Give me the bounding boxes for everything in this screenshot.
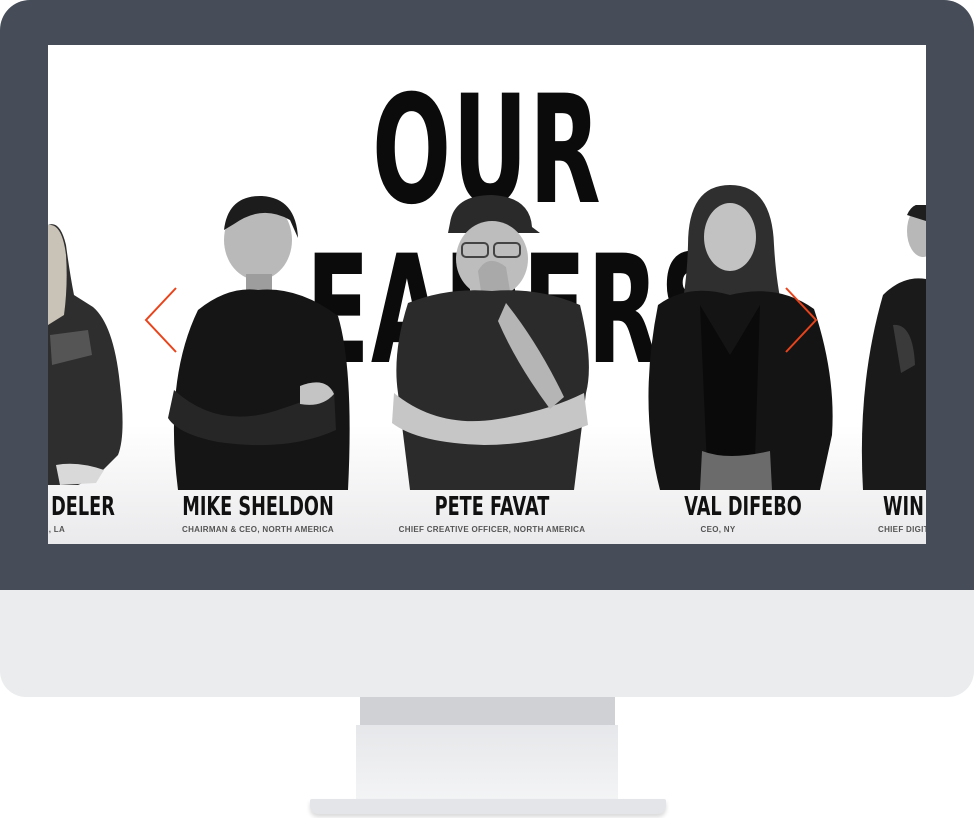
leader-card[interactable]: WIN CHIEF DIGITA	[853, 45, 926, 544]
screen: OUR LEADERS DELER CER, LA MIKE SHELDON C…	[48, 45, 926, 544]
leader-card[interactable]: DELER CER, LA	[48, 45, 138, 544]
monitor-chin	[0, 590, 974, 697]
leader-photo	[861, 205, 926, 490]
leader-name: WIN	[883, 492, 924, 522]
leader-photo	[392, 195, 589, 490]
leader-role: CHAIRMAN & CEO, NORTH AMERICA	[182, 525, 334, 534]
leader-role: CHIEF CREATIVE OFFICER, NORTH AMERICA	[398, 525, 586, 534]
monitor-foot	[310, 799, 666, 814]
leader-role: CEO, NY	[700, 525, 736, 534]
leader-card[interactable]: PETE FAVAT CHIEF CREATIVE OFFICER, NORTH…	[388, 45, 596, 544]
carousel-next-button[interactable]	[782, 285, 822, 355]
carousel-prev-button[interactable]	[142, 285, 182, 355]
leader-name: VAL DIFEBO	[684, 492, 802, 522]
leader-name: DELER	[51, 492, 115, 522]
leader-card[interactable]: MIKE SHELDON CHAIRMAN & CEO, NORTH AMERI…	[158, 45, 358, 544]
leader-name: PETE FAVAT	[434, 492, 550, 522]
chevron-right-icon	[785, 287, 818, 353]
leader-photo	[48, 224, 123, 485]
leader-photo	[168, 195, 350, 490]
monitor-stand	[356, 725, 618, 799]
leader-role: CHIEF DIGITA	[878, 525, 926, 534]
leader-name: MIKE SHELDON	[182, 492, 334, 522]
chevron-left-icon	[144, 287, 177, 353]
monitor-neck	[360, 697, 615, 725]
leader-role: CER, LA	[48, 525, 66, 534]
